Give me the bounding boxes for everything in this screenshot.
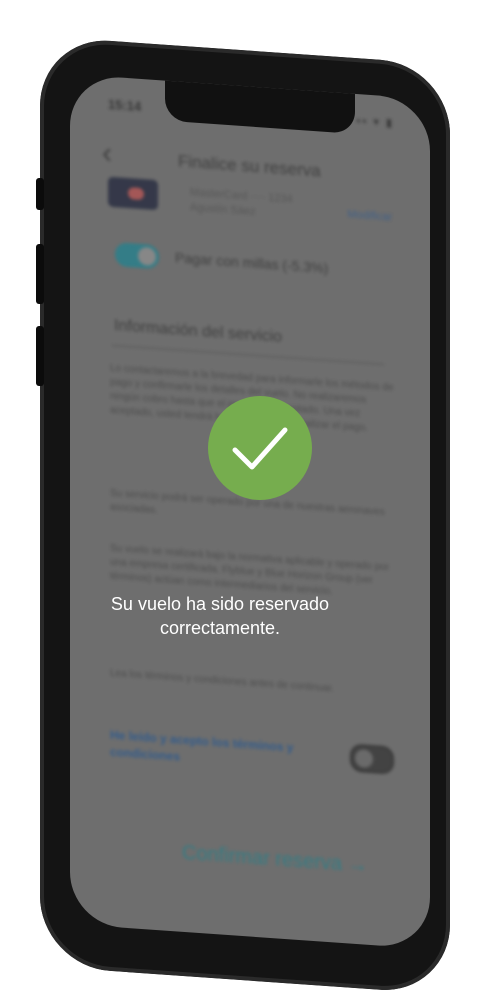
success-message-line2: correctamente. — [159, 618, 281, 638]
side-button-volume-up — [36, 244, 44, 304]
status-icons: ▪▪ ▾ ▮ — [356, 115, 395, 130]
modify-payment-link[interactable]: Modificar — [347, 208, 392, 223]
payment-card-info: MasterCard ···· 1234 Agustín Sáez — [190, 185, 293, 222]
side-button-mute — [36, 178, 44, 210]
service-info-heading: Información del servicio — [114, 317, 283, 346]
confirm-reservation-button[interactable]: Confirmar reserva → — [182, 842, 368, 878]
service-paragraph-4: Lea los términos y condiciones antes de … — [110, 667, 335, 695]
arrow-right-icon: → — [347, 853, 368, 877]
side-button-volume-down — [36, 326, 44, 386]
miles-toggle-label: Pagar con millas (-5.3%) — [175, 249, 329, 277]
terms-toggle[interactable] — [350, 743, 394, 775]
phone-mockup: 15:14 ▪▪ ▾ ▮ ‹ Finalice su reserva Maste… — [36, 36, 450, 995]
checkmark-icon — [232, 427, 288, 470]
terms-link[interactable]: He leído y acepto los términos y condici… — [110, 727, 330, 776]
page-title: Finalice su reserva — [178, 151, 321, 181]
phone-screen: 15:14 ▪▪ ▾ ▮ ‹ Finalice su reserva Maste… — [70, 74, 430, 950]
status-time: 15:14 — [108, 96, 142, 114]
credit-card-icon — [108, 176, 158, 211]
miles-toggle[interactable] — [115, 242, 159, 270]
chevron-left-icon[interactable]: ‹ — [102, 136, 112, 171]
success-message: Su vuelo ha sido reservado correctamente… — [40, 592, 400, 640]
confirm-label: Confirmar reserva — [182, 841, 343, 876]
success-message-line1: Su vuelo ha sido reservado — [110, 594, 330, 614]
divider — [112, 344, 384, 365]
success-circle — [208, 396, 312, 500]
